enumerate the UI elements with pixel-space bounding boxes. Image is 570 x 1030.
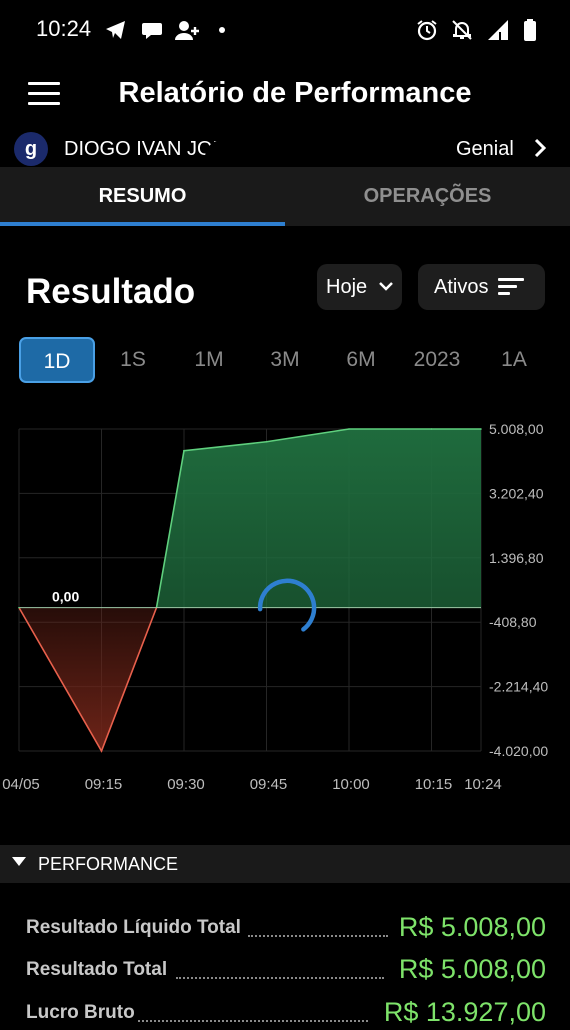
status-bar: 10:24: [0, 0, 570, 60]
dotted-leader: [176, 977, 384, 979]
performance-title: PERFORMANCE: [38, 854, 179, 874]
data-point: [100, 750, 103, 752]
x-tick-label: 09:15: [85, 776, 123, 793]
performance-value: R$ 5.008,00: [398, 912, 546, 942]
x-tick-label: 09:30: [167, 776, 205, 793]
tab-operacoes[interactable]: OPERAÇÕES: [285, 167, 570, 226]
caret-down-icon: [12, 857, 26, 866]
y-tick-label: -2.214,40: [489, 679, 548, 695]
battery-icon: [518, 18, 542, 42]
x-tick-label: 10:24: [464, 776, 502, 793]
broker-logo: g: [14, 132, 48, 166]
result-chart[interactable]: 5.008,00 3.202,40 1.396,80 -408,80 -2.214,40…: [0, 410, 570, 800]
result-title: Resultado: [26, 272, 196, 311]
negative-area: [19, 607, 157, 751]
tab-resumo[interactable]: RESUMO: [0, 167, 285, 226]
y-tick-label: -408,80: [489, 614, 537, 630]
chat-icon: [140, 18, 164, 42]
telegram-icon: [104, 18, 128, 42]
performance-label: Resultado Líquido Total: [26, 917, 241, 938]
data-point: [348, 428, 350, 430]
period-1m[interactable]: 1M: [180, 337, 238, 383]
period-3m[interactable]: 3M: [256, 337, 314, 383]
data-point: [430, 428, 433, 430]
performance-section-header[interactable]: PERFORMANCE: [0, 845, 570, 883]
filter-icon: [498, 278, 524, 296]
data-label: 0,00: [52, 589, 79, 605]
x-tick-label: 10:00: [332, 776, 370, 793]
date-filter-dropdown[interactable]: Hoje: [317, 264, 402, 310]
performance-row: Resultado Líquido Total R$ 5.008,00: [26, 905, 546, 945]
tab-bar: RESUMO OPERAÇÕES: [0, 167, 570, 226]
performance-row: Resultado Total R$ 5.008,00: [26, 947, 546, 987]
chevron-right-icon[interactable]: [532, 136, 548, 166]
period-2023[interactable]: 2023: [404, 337, 470, 383]
date-filter-label: Hoje: [326, 276, 368, 298]
performance-value: R$ 5.008,00: [398, 954, 546, 984]
dotted-leader: [138, 1020, 368, 1022]
y-tick-label: 1.396,80: [489, 550, 544, 566]
performance-row: Lucro Bruto R$ 13.927,00: [26, 990, 546, 1030]
x-tick-label: 10:15: [415, 776, 453, 793]
performance-label: Lucro Bruto: [26, 1002, 135, 1023]
y-tick-label: 5.008,00: [489, 421, 544, 437]
status-time: 10:24: [36, 16, 92, 41]
period-6m[interactable]: 6M: [332, 337, 390, 383]
data-point: [183, 449, 185, 452]
page-title: Relatório de Performance: [118, 77, 472, 109]
signal-icon: [486, 18, 510, 42]
period-1d[interactable]: 1D: [19, 337, 95, 383]
data-point: [265, 440, 268, 443]
performance-value: R$ 13.927,00: [383, 997, 546, 1027]
performance-label: Resultado Total: [26, 959, 168, 980]
period-1s[interactable]: 1S: [104, 337, 162, 383]
assets-filter-label: Ativos: [434, 276, 489, 298]
dotted-leader: [248, 935, 388, 937]
x-tick-label: 09:45: [250, 776, 288, 793]
chevron-down-icon: [377, 264, 395, 329]
add-user-icon: [174, 18, 199, 42]
active-tab-indicator: [0, 222, 285, 226]
app-bar: Relatório de Performance: [0, 60, 570, 130]
assets-filter-button[interactable]: Ativos: [418, 264, 545, 310]
broker-name: Genial: [456, 138, 514, 160]
positive-area: [156, 429, 481, 608]
alarm-icon: [415, 18, 439, 42]
data-point: [18, 606, 20, 609]
period-1a[interactable]: 1A: [486, 337, 542, 383]
bell-off-icon: [450, 18, 474, 42]
y-tick-label: 3.202,40: [489, 485, 544, 501]
dot-icon: [210, 18, 234, 42]
data-point: [480, 428, 482, 430]
y-tick-label: -4.020,00: [489, 743, 548, 759]
x-tick-label: 04/05: [2, 776, 40, 793]
